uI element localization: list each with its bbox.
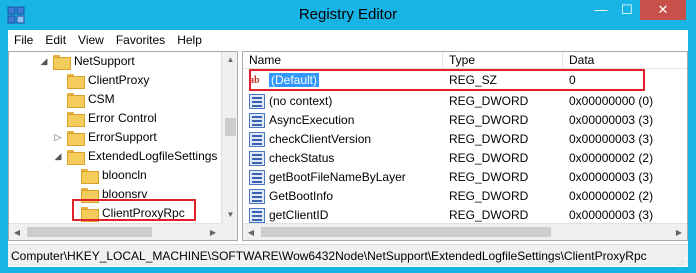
dword-value-icon [249, 113, 265, 128]
folder-icon [67, 73, 85, 89]
value-name: AsyncExecution [269, 113, 355, 127]
highlight-box [249, 69, 645, 91]
scroll-up-arrow-icon[interactable]: ▲ [222, 52, 237, 68]
collapse-arrow-icon[interactable]: ▷ [53, 132, 63, 143]
value-type: REG_DWORD [449, 189, 529, 203]
list-horizontal-scrollbar[interactable]: ◀ ▶ [243, 223, 687, 240]
value-name: checkClientVersion [269, 132, 372, 146]
status-bar: Computer\HKEY_LOCAL_MACHINE\SOFTWARE\Wow… [8, 244, 688, 266]
value-data: 0x00000003 (3) [569, 113, 654, 127]
highlight-box [72, 199, 196, 221]
tree-item-error-control[interactable]: Error Control [53, 109, 157, 127]
folder-icon [67, 92, 85, 108]
minimize-button[interactable]: — [588, 0, 614, 20]
value-name: (no context) [269, 94, 333, 108]
menu-favorites[interactable]: Favorites [110, 30, 171, 50]
tree-item-csm[interactable]: CSM [53, 90, 115, 108]
value-type: REG_DWORD [449, 170, 529, 184]
tree-horizontal-scrollbar[interactable]: ◀ ▶ [9, 223, 221, 240]
folder-icon [67, 130, 85, 146]
title-bar[interactable]: Registry Editor — ☐ ✕ [0, 0, 696, 30]
dword-value-icon [249, 170, 265, 185]
window-client-area: File Edit View Favorites Help ◢ NetSuppo… [8, 30, 688, 267]
close-button[interactable]: ✕ [640, 0, 686, 20]
value-name: GetBootInfo [269, 189, 334, 203]
scroll-thumb[interactable] [225, 118, 236, 136]
scroll-down-arrow-icon[interactable]: ▼ [222, 207, 237, 223]
tree-item-label: ExtendedLogfileSettings [88, 149, 218, 163]
value-data: 0x00000000 (0) [569, 94, 654, 108]
folder-icon [67, 111, 85, 127]
tree-item-errorsupport[interactable]: ▷ ErrorSupport [53, 128, 157, 146]
value-data: 0x00000002 (2) [569, 151, 654, 165]
value-type: REG_DWORD [449, 94, 529, 108]
list-row[interactable]: GetBootInfo REG_DWORD 0x00000002 (2) [243, 187, 687, 206]
window-frame: Registry Editor — ☐ ✕ File Edit View Fav… [0, 0, 696, 273]
list-row[interactable]: checkStatus REG_DWORD 0x00000002 (2) [243, 149, 687, 168]
folder-icon [81, 168, 99, 184]
value-type: REG_DWORD [449, 113, 529, 127]
expand-arrow-icon[interactable]: ◢ [53, 151, 63, 162]
tree-item-bloonclnt[interactable]: blooncln [67, 166, 147, 184]
dword-value-icon [249, 208, 265, 223]
value-data: 0x00000002 (2) [569, 189, 654, 203]
value-data: 0x00000003 (3) [569, 132, 654, 146]
maximize-button[interactable]: ☐ [614, 0, 640, 20]
values-list-pane[interactable]: Name Type Data ab (Default) REG_SZ 0 (no… [242, 51, 688, 241]
value-name: checkStatus [269, 151, 335, 165]
tree-item-label: CSM [88, 92, 115, 106]
column-header-name[interactable]: Name [243, 52, 443, 69]
tree-item-clientproxy[interactable]: ClientProxy [53, 71, 149, 89]
dword-value-icon [249, 94, 265, 109]
folder-open-icon [67, 149, 85, 165]
dword-value-icon [249, 189, 265, 204]
expand-arrow-icon[interactable]: ◢ [39, 56, 49, 67]
list-header: Name Type Data [243, 52, 687, 69]
value-type: REG_DWORD [449, 151, 529, 165]
column-header-data[interactable]: Data [563, 52, 687, 69]
scrollbar-corner [221, 223, 237, 240]
current-key-path: Computer\HKEY_LOCAL_MACHINE\SOFTWARE\Wow… [11, 249, 647, 263]
registry-tree-pane[interactable]: ◢ NetSupport ClientProxy CSM Error Contr… [8, 51, 238, 241]
tree-item-label: blooncln [102, 168, 147, 182]
value-data: 0x00000003 (3) [569, 170, 654, 184]
tree-item-label: NetSupport [74, 54, 135, 68]
scroll-left-arrow-icon[interactable]: ◀ [9, 224, 25, 240]
tree-item-label: ClientProxy [88, 73, 150, 87]
tree-item-label: Error Control [88, 111, 157, 125]
value-name: getBootFileNameByLayer [269, 170, 406, 184]
menu-view[interactable]: View [72, 30, 110, 50]
resize-grip-icon[interactable]: ⋰ [676, 254, 686, 266]
menu-edit[interactable]: Edit [39, 30, 72, 50]
menu-help[interactable]: Help [171, 30, 208, 50]
scroll-thumb[interactable] [261, 227, 551, 237]
list-row[interactable]: getBootFileNameByLayer REG_DWORD 0x00000… [243, 168, 687, 187]
menu-bar: File Edit View Favorites Help [8, 30, 688, 50]
dword-value-icon [249, 132, 265, 147]
dword-value-icon [249, 151, 265, 166]
column-header-type[interactable]: Type [443, 52, 563, 69]
tree-item-label: ErrorSupport [88, 130, 157, 144]
list-row[interactable]: AsyncExecution REG_DWORD 0x00000003 (3) [243, 111, 687, 130]
list-row[interactable]: checkClientVersion REG_DWORD 0x00000003 … [243, 130, 687, 149]
tree-item-netsupport[interactable]: ◢ NetSupport [39, 52, 135, 70]
list-row[interactable]: (no context) REG_DWORD 0x00000000 (0) [243, 92, 687, 111]
scroll-right-arrow-icon[interactable]: ▶ [671, 224, 687, 240]
scroll-left-arrow-icon[interactable]: ◀ [243, 224, 259, 240]
folder-open-icon [53, 54, 71, 70]
menu-file[interactable]: File [8, 30, 39, 50]
value-type: REG_DWORD [449, 132, 529, 146]
tree-vertical-scrollbar[interactable]: ▲ ▼ [221, 52, 237, 223]
scroll-right-arrow-icon[interactable]: ▶ [205, 224, 221, 240]
tree-item-extendedlogfilesettings[interactable]: ◢ ExtendedLogfileSettings [53, 147, 217, 165]
scroll-thumb[interactable] [27, 227, 152, 237]
